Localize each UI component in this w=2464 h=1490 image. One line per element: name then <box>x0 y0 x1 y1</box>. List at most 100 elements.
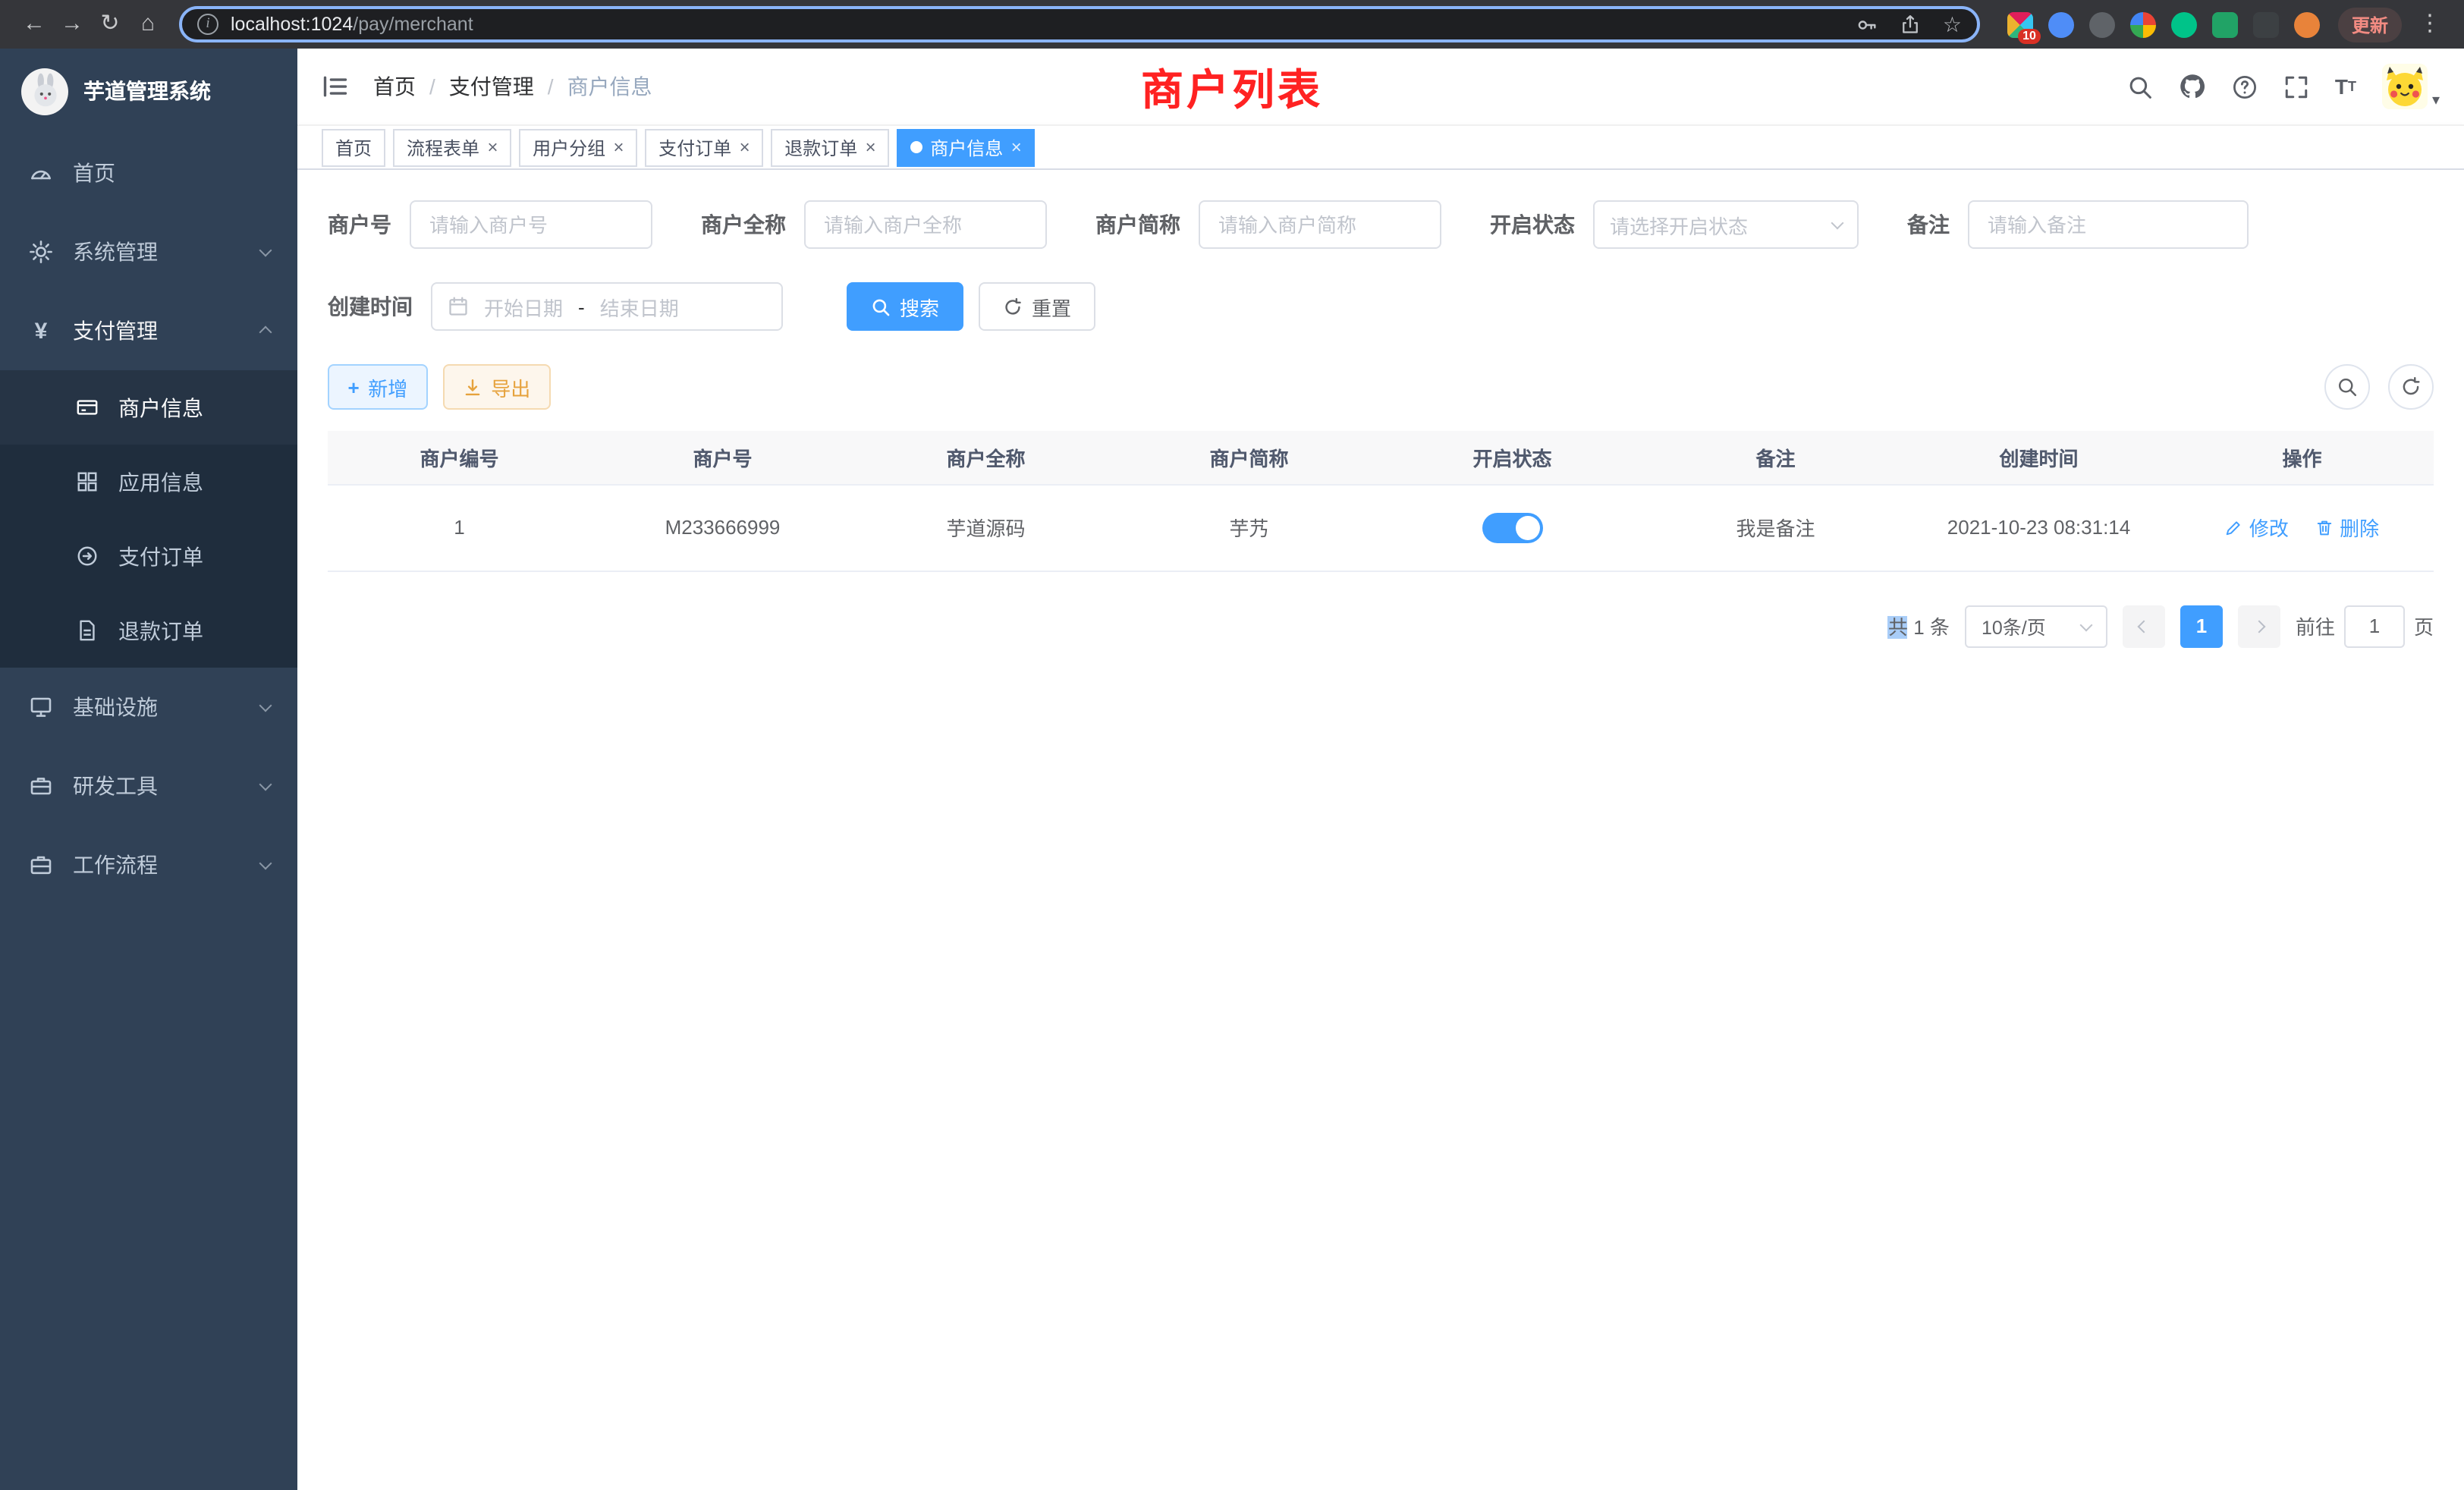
page-1-button[interactable]: 1 <box>2180 605 2223 647</box>
extensions-puzzle-icon[interactable] <box>2253 11 2279 37</box>
sidebar-item-label: 退款订单 <box>118 615 203 646</box>
help-icon[interactable] <box>2232 74 2258 99</box>
delete-link[interactable]: 删除 <box>2315 513 2379 542</box>
forward-button[interactable] <box>53 0 91 49</box>
fullscreen-icon[interactable] <box>2283 74 2309 99</box>
sidebar-item-workflow[interactable]: 工作流程 <box>0 825 297 904</box>
goto-page-unit: 页 <box>2414 611 2434 640</box>
status-select[interactable]: 请选择开启状态 <box>1593 200 1859 249</box>
sidebar-item-refund-order[interactable]: 退款订单 <box>0 593 297 668</box>
gear-icon <box>27 240 55 264</box>
github-icon[interactable] <box>2179 73 2206 100</box>
home-button[interactable] <box>129 0 167 49</box>
reset-button[interactable]: 重置 <box>979 282 1095 331</box>
remark-label: 备注 <box>1907 209 1950 240</box>
tab-process-form[interactable]: 流程表单 <box>393 128 511 166</box>
reload-button[interactable] <box>91 0 129 49</box>
tab-label: 流程表单 <box>407 134 479 160</box>
breadcrumb-item-current: 商户信息 <box>567 71 652 102</box>
sidebar-item-infrastructure[interactable]: 基础设施 <box>0 668 297 747</box>
close-icon[interactable] <box>1010 138 1021 156</box>
sidebar-item-payment[interactable]: 支付管理 <box>0 291 297 370</box>
sidebar-item-label: 首页 <box>73 158 115 188</box>
close-icon[interactable] <box>739 138 750 156</box>
tab-user-group[interactable]: 用户分组 <box>519 128 637 166</box>
goto-page-input[interactable] <box>2344 605 2405 647</box>
sidebar-item-app-info[interactable]: 应用信息 <box>0 445 297 519</box>
yen-icon <box>27 318 55 344</box>
cell-merchant-no: M233666999 <box>591 484 854 571</box>
calendar-icon <box>448 296 469 317</box>
breadcrumb-item-home[interactable]: 首页 <box>373 71 416 102</box>
sidebar-item-home[interactable]: 首页 <box>0 134 297 212</box>
search-button[interactable]: 搜索 <box>847 282 963 331</box>
add-button[interactable]: 新增 <box>328 364 427 410</box>
close-icon[interactable] <box>613 138 624 156</box>
extension-icon-5[interactable] <box>2171 11 2197 37</box>
cell-create-time: 2021-10-23 08:31:14 <box>1907 484 2170 571</box>
url-bar[interactable]: localhost:1024 /pay/merchant <box>179 6 1980 42</box>
user-avatar-menu[interactable] <box>2382 64 2440 109</box>
toolbox-icon <box>27 774 55 798</box>
credit-card-icon <box>73 396 100 419</box>
extension-icon-6[interactable] <box>2212 11 2238 37</box>
browser-update-button[interactable]: 更新 <box>2338 7 2402 42</box>
password-key-icon[interactable] <box>1856 13 1879 36</box>
sidebar-toggle-icon[interactable] <box>322 73 349 100</box>
sidebar-item-pay-order[interactable]: 支付订单 <box>0 519 297 593</box>
cell-short-name: 芋艿 <box>1117 484 1381 571</box>
full-name-label: 商户全称 <box>701 209 786 240</box>
tab-label: 商户信息 <box>930 134 1003 160</box>
breadcrumb-separator: / <box>548 74 554 99</box>
browser-menu-icon[interactable] <box>2411 0 2449 49</box>
document-icon <box>73 619 100 642</box>
search-icon[interactable] <box>2127 74 2153 99</box>
page-size-select[interactable]: 10条/页 <box>1965 605 2107 647</box>
pagination-total: 共 1 条 <box>1888 611 1950 640</box>
remark-input[interactable] <box>1968 200 2249 249</box>
site-info-icon[interactable] <box>197 14 218 35</box>
extension-icon-1[interactable]: 10 <box>2007 11 2033 37</box>
chevron-right-icon <box>2252 620 2265 633</box>
tab-refund-order[interactable]: 退款订单 <box>771 128 889 166</box>
font-size-icon[interactable]: TT <box>2335 74 2356 99</box>
create-time-range-picker[interactable]: 开始日期 - 结束日期 <box>431 282 783 331</box>
prev-page-button[interactable] <box>2123 605 2165 647</box>
merchant-no-input[interactable] <box>410 200 652 249</box>
extension-icon-2[interactable] <box>2048 11 2074 37</box>
close-icon[interactable] <box>865 138 875 156</box>
export-button[interactable]: 导出 <box>442 364 550 410</box>
date-separator: - <box>578 295 585 318</box>
short-name-input[interactable] <box>1199 200 1441 249</box>
cell-remark: 我是备注 <box>1644 484 1907 571</box>
breadcrumb-item-payment[interactable]: 支付管理 <box>449 71 534 102</box>
extension-icon-3[interactable] <box>2089 11 2115 37</box>
total-count: 1 <box>1913 616 1924 639</box>
sidebar-item-system[interactable]: 系统管理 <box>0 212 297 291</box>
status-select-placeholder: 请选择开启状态 <box>1610 210 1748 239</box>
toggle-search-button[interactable] <box>2324 364 2370 410</box>
chevron-up-icon <box>259 326 272 339</box>
page-size-value: 10条/页 <box>1982 611 2046 640</box>
bookmark-star-icon[interactable] <box>1943 11 1962 37</box>
goto-label: 前往 <box>2296 611 2335 640</box>
tab-home[interactable]: 首页 <box>322 128 385 166</box>
next-page-button[interactable] <box>2238 605 2280 647</box>
share-icon[interactable] <box>1900 14 1922 35</box>
refresh-table-button[interactable] <box>2388 364 2434 410</box>
col-create-time: 创建时间 <box>1907 431 2170 484</box>
close-icon[interactable] <box>487 138 498 156</box>
edit-link[interactable]: 修改 <box>2225 513 2289 542</box>
back-button[interactable] <box>15 0 53 49</box>
tab-pay-order[interactable]: 支付订单 <box>645 128 763 166</box>
sidebar-item-dev-tools[interactable]: 研发工具 <box>0 747 297 825</box>
sidebar-item-merchant-info[interactable]: 商户信息 <box>0 370 297 445</box>
full-name-input[interactable] <box>804 200 1047 249</box>
browser-profile-avatar[interactable] <box>2294 11 2320 37</box>
avatar[interactable] <box>2382 64 2428 109</box>
cell-full-name: 芋道源码 <box>854 484 1117 571</box>
pagination-goto: 前往 页 <box>2296 605 2434 647</box>
status-toggle[interactable] <box>1482 512 1543 542</box>
tab-merchant-info[interactable]: 商户信息 <box>897 128 1035 166</box>
extension-icon-4[interactable] <box>2130 11 2156 37</box>
